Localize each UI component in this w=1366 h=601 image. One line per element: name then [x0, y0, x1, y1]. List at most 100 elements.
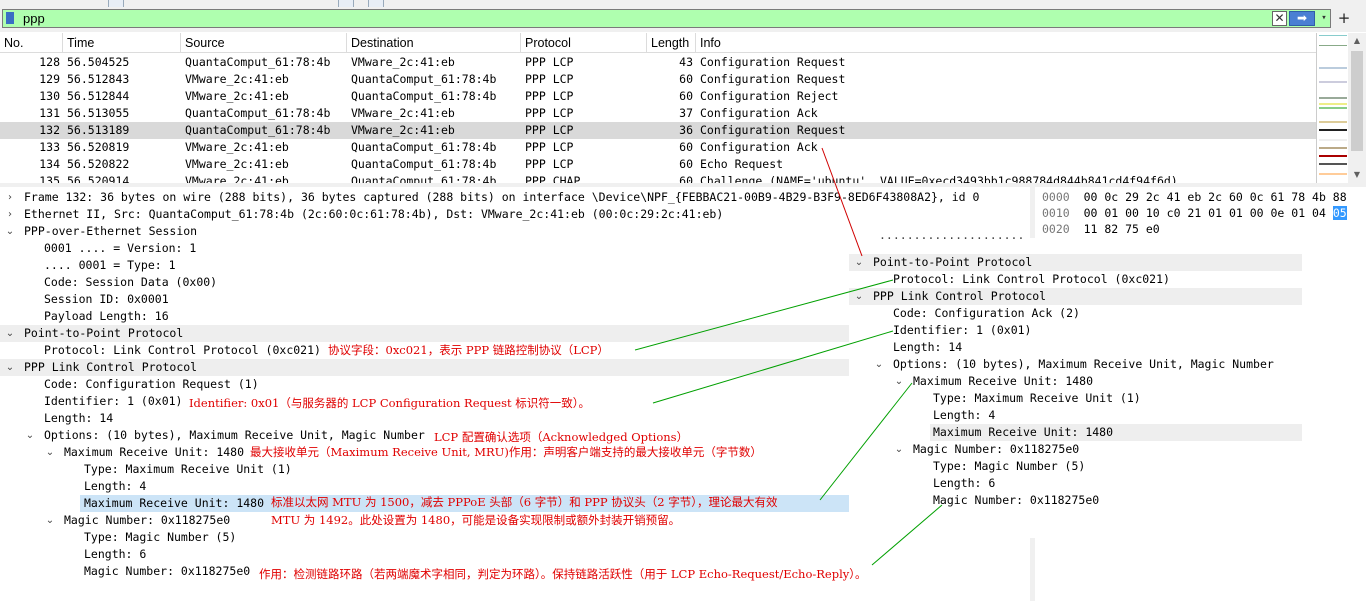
tree-field-mru-length[interactable]: Length: 4: [84, 478, 146, 495]
overlay-mru-value: Maximum Receive Unit: 1480: [933, 425, 1114, 439]
packet-cell-src: QuantaComput_61:78:4b: [185, 55, 331, 69]
collapse-arrow-icon[interactable]: ⌄: [4, 223, 16, 240]
display-filter-bar[interactable]: [2, 9, 1331, 28]
packet-cell-dst: QuantaComput_61:78:4b: [351, 174, 497, 183]
tree-item-frame[interactable]: Frame 132: 36 bytes on wire (288 bits), …: [24, 189, 979, 206]
byte-row[interactable]: 0020 11 82 75 e0: [1042, 221, 1160, 237]
apply-filter-button[interactable]: ➡: [1289, 11, 1315, 26]
column-header-protocol[interactable]: Protocol: [521, 33, 647, 53]
display-filter-input[interactable]: [23, 10, 1263, 27]
collapse-arrow-icon: ⌄: [854, 291, 864, 302]
tree-item-lcp[interactable]: PPP Link Control Protocol: [24, 359, 197, 376]
packet-cell-time: 56.513055: [67, 106, 130, 120]
packet-cell-src: VMware_2c:41:eb: [185, 72, 289, 86]
bookmark-icon[interactable]: [6, 12, 14, 24]
selected-byte[interactable]: 05: [1332, 206, 1347, 220]
collapse-arrow-icon: ⌄: [894, 444, 904, 455]
packet-row[interactable]: 132 56.513189 QuantaComput_61:78:4b VMware_…: [0, 122, 1316, 139]
tree-field-mru-value[interactable]: Maximum Receive Unit: 1480: [84, 495, 264, 512]
collapse-arrow-icon[interactable]: ⌄: [4, 359, 16, 376]
collapse-arrow-icon[interactable]: ⌄: [44, 512, 56, 529]
packet-cell-len: 60: [679, 140, 693, 154]
packet-list-scrollbar[interactable]: ▲ ▼: [1348, 33, 1366, 183]
toolbar-button[interactable]: [108, 0, 124, 7]
packet-cell-dst: VMware_2c:41:eb: [351, 106, 455, 120]
column-header-info[interactable]: Info: [696, 33, 1316, 53]
packet-cell-time: 56.512843: [67, 72, 130, 86]
expand-arrow-icon[interactable]: ›: [4, 189, 16, 206]
packet-cell-proto: PPP LCP: [525, 106, 574, 120]
annotation-identifier: Identifier: 0x01（与服务器的 LCP Configuration…: [189, 396, 591, 410]
packet-row[interactable]: 130 56.512844 VMware_2c:41:eb QuantaComput_…: [0, 88, 1316, 105]
packet-cell-proto: PPP LCP: [525, 140, 574, 154]
packet-cell-len: 60: [679, 174, 693, 183]
clear-filter-button[interactable]: ✕: [1272, 11, 1287, 26]
tree-field-lcp-length[interactable]: Length: 14: [44, 410, 113, 427]
packet-cell-dst: QuantaComput_61:78:4b: [351, 157, 497, 171]
collapse-arrow-icon: ⌄: [854, 257, 864, 268]
add-filter-button[interactable]: +: [1337, 9, 1351, 28]
scroll-down-icon[interactable]: ▼: [1348, 167, 1366, 183]
packet-cell-proto: PPP LCP: [525, 157, 574, 171]
packet-cell-proto: PPP LCP: [525, 123, 574, 137]
column-header-no[interactable]: No.: [0, 33, 63, 53]
packet-cell-no: 133: [39, 140, 60, 154]
byte-row[interactable]: 0010 00 01 00 10 c0 21 01 01 00 0e 01 04…: [1042, 205, 1347, 221]
packet-row[interactable]: 128 56.504525 QuantaComput_61:78:4b VMware_…: [0, 54, 1316, 71]
packet-list[interactable]: No. Time Source Destination Protocol Len…: [0, 33, 1316, 183]
packet-row[interactable]: 134 56.520822 VMware_2c:41:eb QuantaComput_…: [0, 156, 1316, 173]
tree-item-lcp-options[interactable]: Options: (10 bytes), Maximum Receive Uni…: [44, 427, 425, 444]
packet-cell-info: Configuration Request: [700, 123, 846, 137]
tree-field-lcp-code[interactable]: Code: Configuration Request (1): [44, 376, 259, 393]
column-header-time[interactable]: Time: [63, 33, 181, 53]
tree-item-ethernet[interactable]: Ethernet II, Src: QuantaComput_61:78:4b …: [24, 206, 723, 223]
packet-cell-info: Configuration Request: [700, 72, 846, 86]
tree-field-ppp-protocol[interactable]: Protocol: Link Control Protocol (0xc021): [44, 342, 321, 359]
tree-item-magic-option[interactable]: Magic Number: 0x118275e0: [64, 512, 230, 529]
collapse-arrow-icon[interactable]: ⌄: [24, 427, 36, 444]
tree-field-pppoe-payload-length[interactable]: Payload Length: 16: [44, 308, 169, 325]
collapse-arrow-icon: ⌄: [894, 376, 904, 387]
tree-field-magic-value[interactable]: Magic Number: 0x118275e0: [84, 563, 250, 580]
toolbar-button[interactable]: [368, 0, 384, 7]
tree-field-lcp-identifier[interactable]: Identifier: 1 (0x01): [44, 393, 182, 410]
packet-cell-proto: PPP LCP: [525, 89, 574, 103]
tree-field-pppoe-version[interactable]: 0001 .... = Version: 1: [44, 240, 196, 257]
collapse-arrow-icon[interactable]: ⌄: [4, 325, 16, 342]
packet-row[interactable]: 129 56.512843 VMware_2c:41:eb QuantaComput_…: [0, 71, 1316, 88]
overlay-magic-value: Magic Number: 0x118275e0: [933, 493, 1100, 507]
packet-cell-len: 43: [679, 55, 693, 69]
toolbar-button[interactable]: [338, 0, 354, 7]
tree-field-pppoe-session-id[interactable]: Session ID: 0x0001: [44, 291, 169, 308]
column-header-destination[interactable]: Destination: [347, 33, 521, 53]
tree-field-magic-type[interactable]: Type: Magic Number (5): [84, 529, 236, 546]
tree-item-pppoe[interactable]: PPP-over-Ethernet Session: [24, 223, 197, 240]
expand-arrow-icon[interactable]: ›: [4, 206, 16, 223]
packet-minimap[interactable]: [1316, 33, 1349, 183]
filter-history-dropdown-icon[interactable]: ▾: [1318, 11, 1330, 26]
tree-item-ppp[interactable]: Point-to-Point Protocol: [24, 325, 183, 342]
tree-field-mru-type[interactable]: Type: Maximum Receive Unit (1): [84, 461, 292, 478]
tree-field-pppoe-code[interactable]: Code: Session Data (0x00): [44, 274, 217, 291]
byte-hex[interactable]: 00 0c 29 2c 41 eb 2c 60 0c 61 78 4b 88: [1084, 190, 1347, 204]
packet-cell-no: 132: [39, 123, 60, 137]
collapse-arrow-icon[interactable]: ⌄: [44, 444, 56, 461]
collapse-arrow-icon: ⌄: [874, 359, 884, 370]
packet-row[interactable]: 133 56.520819 VMware_2c:41:eb QuantaComput_…: [0, 139, 1316, 156]
overlay-lcp-code: Code: Configuration Ack (2): [893, 306, 1080, 320]
byte-hex[interactable]: 00 01 00 10 c0 21 01 01 00 0e 01 04: [1084, 206, 1326, 220]
overlay-mru-type: Type: Maximum Receive Unit (1): [933, 391, 1141, 405]
packet-row[interactable]: 135 56.520914 VMware_2c:41:eb QuantaComput_…: [0, 173, 1316, 183]
byte-hex[interactable]: 11 82 75 e0: [1084, 222, 1160, 236]
packet-row[interactable]: 131 56.513055 QuantaComput_61:78:4b VMware_…: [0, 105, 1316, 122]
tree-field-pppoe-type[interactable]: .... 0001 = Type: 1: [44, 257, 176, 274]
packet-cell-no: 135: [39, 174, 60, 183]
tree-field-magic-length[interactable]: Length: 6: [84, 546, 146, 563]
byte-row[interactable]: 0000 00 0c 29 2c 41 eb 2c 60 0c 61 78 4b…: [1042, 189, 1347, 205]
scrollbar-thumb[interactable]: [1351, 51, 1363, 151]
tree-item-mru-option[interactable]: Maximum Receive Unit: 1480: [64, 444, 244, 461]
packet-cell-src: QuantaComput_61:78:4b: [185, 106, 331, 120]
column-header-source[interactable]: Source: [181, 33, 347, 53]
scroll-up-icon[interactable]: ▲: [1348, 33, 1366, 49]
column-header-length[interactable]: Length: [647, 33, 696, 53]
